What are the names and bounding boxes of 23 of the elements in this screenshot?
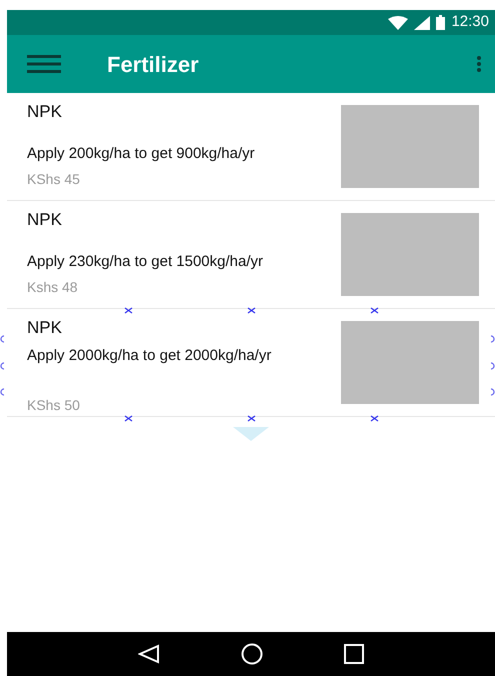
back-icon[interactable] bbox=[138, 644, 160, 664]
item-price: KShs 50 bbox=[27, 396, 80, 415]
item-price: Kshs 48 bbox=[27, 278, 78, 297]
item-title: NPK bbox=[27, 317, 62, 339]
item-title: NPK bbox=[27, 209, 62, 231]
item-description: Apply 230kg/ha to get 1500kg/ha/yr bbox=[27, 252, 264, 272]
item-price: KShs 45 bbox=[27, 170, 80, 189]
list-item[interactable]: NPK Apply 2000kg/ha to get 2000kg/ha/yr KShs 50 bbox=[7, 309, 495, 417]
list-item[interactable]: NPK Apply 200kg/ha to get 900kg/ha/yr KShs 45 bbox=[7, 93, 495, 201]
recents-icon[interactable] bbox=[344, 644, 364, 664]
app-title: Fertilizer bbox=[107, 50, 200, 78]
signal-icon bbox=[414, 16, 430, 30]
battery-icon bbox=[436, 15, 446, 30]
status-time: 12:30 bbox=[451, 12, 489, 32]
item-description: Apply 2000kg/ha to get 2000kg/ha/yr bbox=[27, 346, 272, 366]
item-title: NPK bbox=[27, 101, 62, 123]
wifi-icon bbox=[388, 16, 408, 30]
dropdown-triangle-icon bbox=[233, 427, 269, 441]
more-options-icon[interactable] bbox=[477, 56, 481, 72]
list-item[interactable]: NPK Apply 230kg/ha to get 1500kg/ha/yr Kshs 48 bbox=[7, 201, 495, 309]
item-description: Apply 200kg/ha to get 900kg/ha/yr bbox=[27, 144, 255, 164]
menu-icon[interactable] bbox=[27, 55, 61, 73]
home-icon[interactable] bbox=[240, 643, 263, 665]
